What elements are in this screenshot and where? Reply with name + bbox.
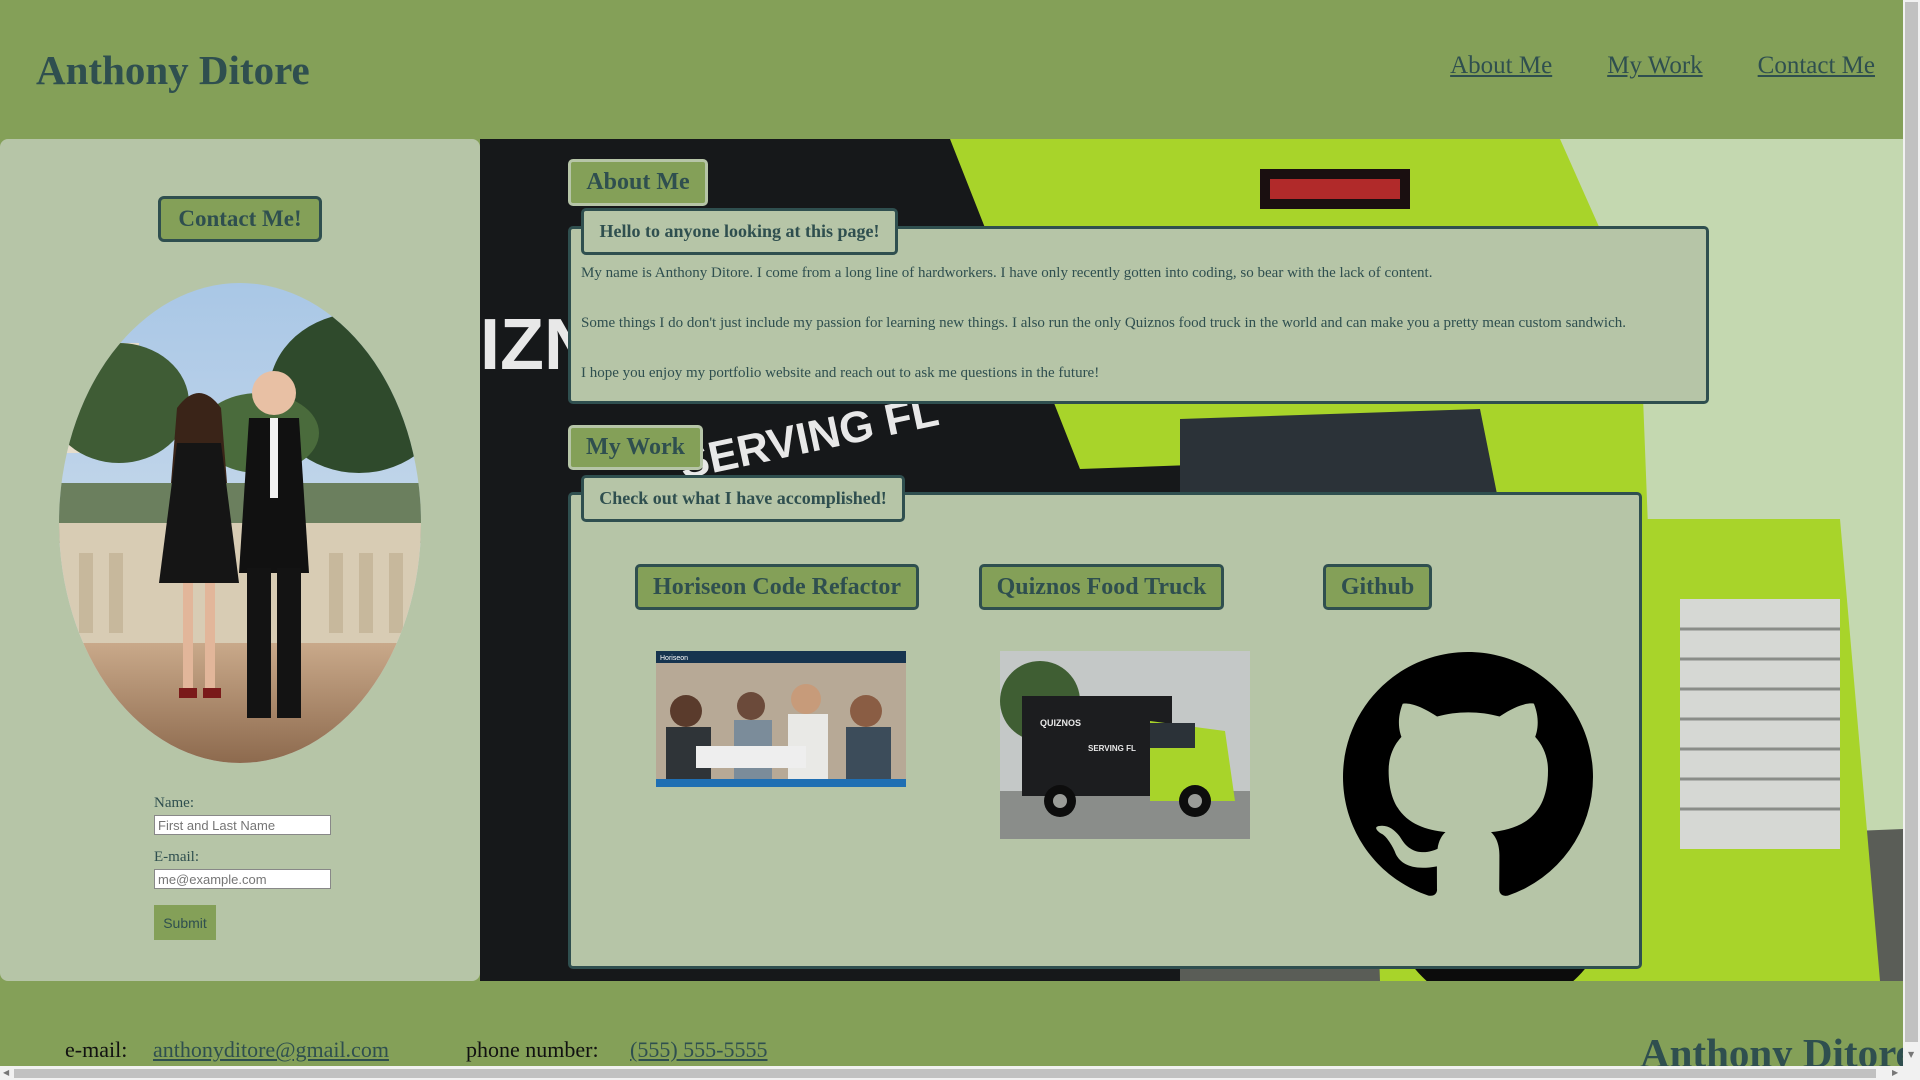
my-work-section-title: My Work (568, 425, 703, 470)
footer-phone-label: phone number: (466, 1037, 599, 1062)
about-paragraph-3: I hope you enjoy my portfolio website an… (581, 365, 1100, 381)
profile-photo-image (59, 283, 421, 763)
about-heading: Hello to anyone looking at this page! (581, 208, 898, 255)
footer-email-label: e-mail: (65, 1037, 128, 1062)
name-input[interactable] (154, 815, 331, 835)
project-button-quiznos[interactable]: Quiznos Food Truck (979, 564, 1224, 610)
about-paragraph-2: Some things I do don't just include my p… (581, 315, 1627, 331)
horizontal-scrollbar[interactable]: ◀ ▶ (0, 1066, 1920, 1080)
project-button-github[interactable]: Github (1323, 564, 1432, 610)
site-header: Anthony Ditore About Me My Work Contact … (0, 0, 1903, 139)
nav-link-contact-me[interactable]: Contact Me (1758, 52, 1875, 80)
project-button-horiseon[interactable]: Horiseon Code Refactor (635, 564, 919, 610)
scroll-left-arrow-icon[interactable]: ◀ (3, 1068, 9, 1077)
site-title: Anthony Ditore (36, 47, 310, 93)
github-icon (1343, 652, 1593, 896)
nav-link-about-me[interactable]: About Me (1450, 52, 1552, 80)
scroll-down-arrow-icon[interactable]: ▼ (1908, 1050, 1914, 1059)
horizontal-scrollbar-thumb[interactable] (14, 1069, 1876, 1078)
work-heading: Check out what I have accomplished! (581, 475, 905, 522)
vertical-scrollbar[interactable]: ▼ (1903, 0, 1920, 1066)
footer-phone-link[interactable]: (555) 555-5555 (630, 1037, 767, 1063)
team-photo-thumbnail: Horiseon (656, 651, 906, 787)
email-input[interactable] (154, 869, 331, 889)
main-content: IZNO SERVING FL About Me My name is Anth… (480, 139, 1903, 981)
site-footer: e-mail: anthonyditore@gmail.com phone nu… (0, 981, 1914, 1076)
horiseon-brand: Horiseon (660, 655, 688, 662)
about-paragraph-1: My name is Anthony Ditore. I come from a… (581, 265, 1433, 281)
food-truck-thumbnail: QUIZNOS SERVING FL (1000, 651, 1250, 839)
profile-photo (59, 283, 421, 763)
sidebar: Contact Me! Name: First and Last Name E-… (0, 139, 480, 981)
github-link[interactable] (1343, 652, 1593, 902)
contact-form: Name: E-mail: Submit (154, 795, 331, 940)
footer-email-link[interactable]: anthonyditore@gmail.com (153, 1037, 389, 1063)
main-nav: About Me My Work Contact Me (1450, 52, 1875, 80)
vertical-scrollbar-thumb[interactable] (1905, 2, 1918, 1042)
horiseon-thumbnail[interactable]: Horiseon (656, 651, 906, 787)
truck-brand-text: QUIZNOS (1040, 718, 1081, 728)
quiznos-thumbnail[interactable]: QUIZNOS SERVING FL (1000, 651, 1250, 839)
submit-button[interactable]: Submit (154, 905, 216, 940)
truck-slogan-text: SERVING FL (1088, 744, 1136, 753)
email-label: E-mail: (154, 849, 199, 865)
about-me-section-title: About Me (568, 159, 708, 206)
name-label: Name: (154, 795, 194, 811)
scroll-right-arrow-icon[interactable]: ▶ (1892, 1068, 1898, 1077)
nav-link-my-work[interactable]: My Work (1607, 52, 1702, 80)
contact-me-button[interactable]: Contact Me! (158, 196, 322, 242)
